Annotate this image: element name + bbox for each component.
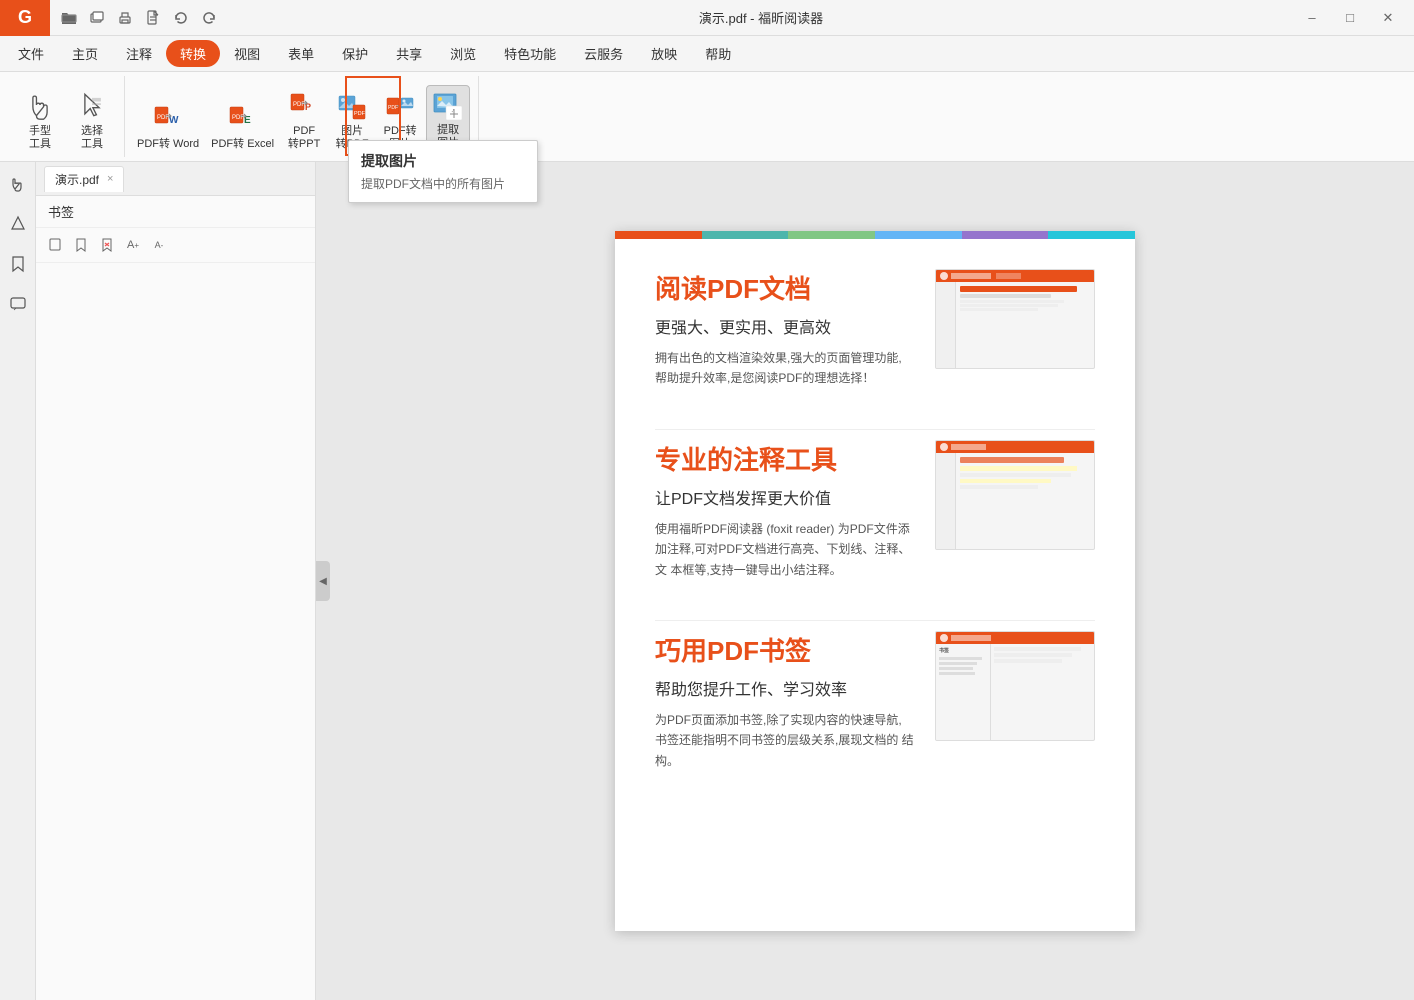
hand-tool-btn[interactable]: 手型工具 [16,83,64,157]
menu-cloud[interactable]: 云服务 [570,38,637,69]
section-annotate-title: 专业的注释工具 [655,440,915,477]
undo-btn[interactable] [170,7,192,29]
hand-tool-label: 手型工具 [29,125,51,151]
menu-browse[interactable]: 浏览 [436,38,490,69]
section-bookmark-body: 为PDF页面添加书签,除了实现内容的快速导航, 书签还能指明不同书签的层级关系,… [655,710,915,771]
main-layout: 演示.pdf × 书签 A+ A- ◀ [0,162,1414,1000]
hand-icon [22,87,58,123]
menu-form[interactable]: 表单 [274,38,328,69]
section-read-subtitle: 更强大、更实用、更高效 [655,314,915,338]
pdf-preview: 阅读PDF文档 更强大、更实用、更高效 拥有出色的文档渲染效果,强大的页面管理功… [615,231,1135,931]
sidebar-icons [0,162,36,1000]
bookmarks-label: 书签 [48,205,74,220]
color-bar-2 [702,231,789,239]
menu-view[interactable]: 视图 [220,38,274,69]
bookmark-remove-btn[interactable] [96,234,118,256]
menu-protect[interactable]: 保护 [328,38,382,69]
section-annotate-body: 使用福昕PDF阅读器 (foxit reader) 为PDF文件添 加注释,可对… [655,519,915,580]
window-controls: – □ ✕ [1294,4,1414,32]
title-bar: G 演示.pdf - 福昕阅读器 – □ ✕ [0,0,1414,36]
color-bar-3 [788,231,875,239]
section-annotate-subtitle: 让PDF文档发挥更大价值 [655,485,915,509]
color-bar-4 [875,231,962,239]
sidebar-comment-icon[interactable] [4,290,32,318]
tooltip-title: 提取图片 [361,151,525,171]
tooltip-popup: 提取图片 提取PDF文档中的所有图片 [348,140,538,203]
pdf-section-annotate: 专业的注释工具 让PDF文档发挥更大价值 使用福昕PDF阅读器 (foxit r… [655,440,1095,580]
pdf-ppt-icon: PDF P [288,91,320,123]
sidebar-annotation-icon[interactable] [4,210,32,238]
section-read-body: 拥有出色的文档渲染效果,强大的页面管理功能, 帮助提升效率,是您阅读PDF的理想… [655,348,915,389]
pdf-section-bookmark: 巧用PDF书签 帮助您提升工作、学习效率 为PDF页面添加书签,除了实现内容的快… [655,631,1095,771]
file-tab-bar: 演示.pdf × [36,162,315,196]
close-btn[interactable]: ✕ [1370,4,1406,32]
menu-special[interactable]: 特色功能 [490,38,570,69]
print-btn[interactable] [114,7,136,29]
svg-text:PDF: PDF [388,105,398,111]
menu-share[interactable]: 共享 [382,38,436,69]
pdf-section-read: 阅读PDF文档 更强大、更实用、更高效 拥有出色的文档渲染效果,强大的页面管理功… [655,269,1095,389]
color-bar-5 [962,231,1049,239]
menu-annotate[interactable]: 注释 [112,38,166,69]
title-bar-tools [50,7,228,29]
file-tab[interactable]: 演示.pdf × [44,166,124,192]
pdf-to-ppt-btn[interactable]: PDF P PDF转PPT [282,87,326,157]
ribbon: 手型工具 选择工具 PDF W PDF转 Word [0,72,1414,162]
mini-screenshot-2 [935,440,1095,550]
pdf-color-bar [615,231,1135,239]
app-logo: G [0,0,50,36]
bookmark-empty-btn[interactable] [44,234,66,256]
menu-help[interactable]: 帮助 [691,38,745,69]
section-read-title: 阅读PDF文档 [655,269,915,306]
font-decrease-btn[interactable]: A- [148,234,170,256]
new-doc-btn[interactable] [142,7,164,29]
menu-present[interactable]: 放映 [637,38,691,69]
content-area: ◀ 阅读PDF文档 更强大、更实用、更高效 拥有出色的文档渲染效果,强大的页面管 [316,162,1414,1000]
menu-bar: 文件 主页 注释 转换 视图 表单 保护 共享 浏览 特色功能 云服务 放映 帮… [0,36,1414,72]
ribbon-group-tools: 手型工具 选择工具 [8,76,125,157]
font-increase-btn[interactable]: A+ [122,234,144,256]
minimize-btn[interactable]: – [1294,4,1330,32]
select-tool-btn[interactable]: 选择工具 [68,83,116,157]
collapse-handle[interactable]: ◀ [316,561,330,601]
sidebar-hand-icon[interactable] [4,170,32,198]
file-panel: 演示.pdf × 书签 A+ A- [36,162,316,1000]
open-folder-btn[interactable] [58,7,80,29]
panel-toolbar: A+ A- [36,228,315,263]
menu-file[interactable]: 文件 [4,38,58,69]
section-bookmark-title: 巧用PDF书签 [655,631,915,668]
pdf-to-excel-btn[interactable]: PDF E PDF转 Excel [207,100,278,157]
extract-image-icon [432,90,464,122]
pdf-to-img-icon: PDF [384,91,416,123]
panel-section-bookmarks: 书签 [36,196,315,228]
img-to-pdf-icon: PDF [336,91,368,123]
color-bar-6 [1048,231,1135,239]
select-tool-label: 选择工具 [81,125,103,151]
pdf-to-word-label: PDF转 Word [137,138,199,151]
svg-text:PDF: PDF [354,111,366,117]
pdf-word-icon: PDF W [152,104,184,136]
mini-screenshot-1 [935,269,1095,369]
redo-btn[interactable] [198,7,220,29]
file-tab-name: 演示.pdf [55,171,99,188]
pdf-preview-content: 阅读PDF文档 更强大、更实用、更高效 拥有出色的文档渲染效果,强大的页面管理功… [615,239,1135,841]
maximize-btn[interactable]: □ [1332,4,1368,32]
pdf-to-ppt-label: PDF转PPT [288,125,320,151]
menu-convert[interactable]: 转换 [166,40,220,67]
file-tab-close[interactable]: × [107,173,113,185]
menu-home[interactable]: 主页 [58,38,112,69]
pdf-excel-icon: PDF E [227,104,259,136]
select-icon [74,87,110,123]
section-bookmark-subtitle: 帮助您提升工作、学习效率 [655,676,915,700]
window-title: 演示.pdf - 福昕阅读器 [228,8,1294,27]
sidebar-bookmark-icon[interactable] [4,250,32,278]
color-bar-1 [615,231,702,239]
bookmark-add-btn[interactable] [70,234,92,256]
pdf-to-excel-label: PDF转 Excel [211,138,274,151]
pdf-to-word-btn[interactable]: PDF W PDF转 Word [133,100,203,157]
mini-screenshot-3: 书签 [935,631,1095,741]
tooltip-description: 提取PDF文档中的所有图片 [361,175,525,192]
new-window-btn[interactable] [86,7,108,29]
